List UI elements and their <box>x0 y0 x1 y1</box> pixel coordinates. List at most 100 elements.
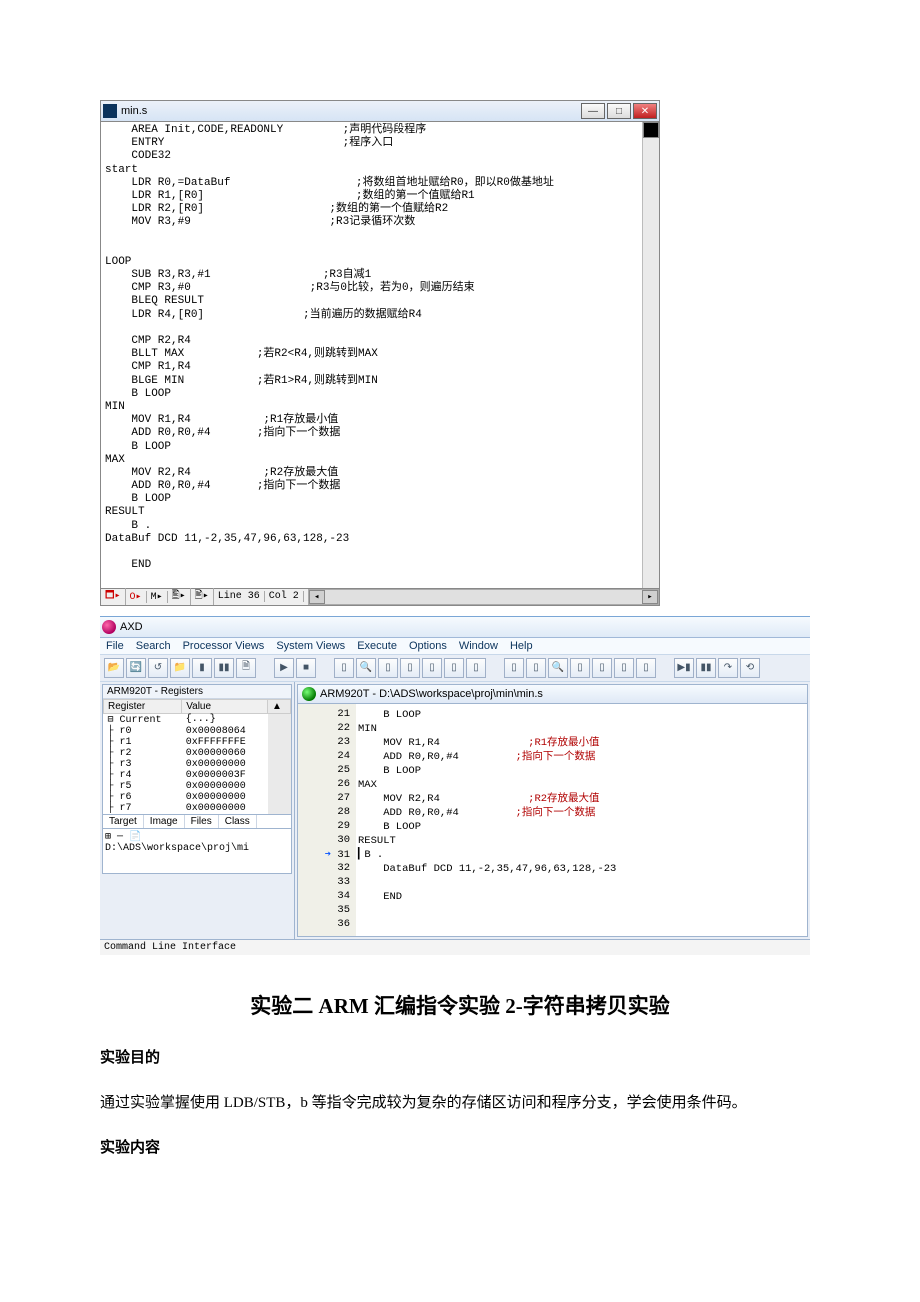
tb-folder-icon[interactable]: 📁 <box>170 658 190 678</box>
line-number: 24 <box>300 750 350 764</box>
status-btn3[interactable]: M▸ <box>147 591 168 603</box>
menu-file[interactable]: File <box>106 640 124 652</box>
line-number: 25 <box>300 764 350 778</box>
tb-s6-icon[interactable]: ▯ <box>614 658 634 678</box>
register-row[interactable]: ├ r30x00000000 <box>104 759 291 770</box>
status-btn2[interactable]: O▸ <box>126 591 147 603</box>
reg-col-value[interactable]: Value <box>182 699 268 713</box>
source-code[interactable]: B LOOPMIN MOV R1,R4 ;R1存放最小值 ADD R0,R0,#… <box>356 704 618 936</box>
tb-s7-icon[interactable]: ▯ <box>636 658 656 678</box>
tb-b2-icon[interactable]: ▮▮ <box>214 658 234 678</box>
register-row[interactable]: ├ r20x00000060 <box>104 748 291 759</box>
tb-open-icon[interactable]: 📂 <box>104 658 124 678</box>
source-body[interactable]: 21222324252627282930➔ 313233343536 B LOO… <box>297 704 808 937</box>
scroll-thumb[interactable] <box>643 122 659 138</box>
code-line: MAX <box>358 778 616 792</box>
file-tree[interactable]: ⊞ ─ 📄 D:\ADS\workspace\proj\mi <box>102 829 292 874</box>
reg-scroll-cell <box>268 737 291 748</box>
line-number: 29 <box>300 820 350 834</box>
code-line: MIN <box>358 722 616 736</box>
status-btn5[interactable]: 🖹▸ <box>191 588 214 605</box>
maximize-button[interactable]: □ <box>607 103 631 119</box>
tree-item[interactable]: ⊞ ─ 📄 D:\ADS\workspace\proj\mi <box>105 832 249 854</box>
cli-label: Command Line Interface <box>104 942 236 953</box>
tb-b1-icon[interactable]: ▮ <box>192 658 212 678</box>
tb-stop-icon[interactable]: ■ <box>296 658 316 678</box>
editor-statusbar: 🗖▸ O▸ M▸ 🖺▸ 🖹▸ Line 36 Col 2 ◂ ▸ <box>101 588 659 605</box>
tb-s4-icon[interactable]: ▯ <box>570 658 590 678</box>
menu-search[interactable]: Search <box>136 640 171 652</box>
registers-title: ARM920T - Registers <box>103 685 291 699</box>
status-btn1[interactable]: 🗖▸ <box>101 588 126 605</box>
register-row[interactable]: ├ r40x0000003F <box>104 770 291 781</box>
tab-target[interactable]: Target <box>103 815 144 828</box>
line-number: 26 <box>300 778 350 792</box>
line-number: 28 <box>300 806 350 820</box>
register-row[interactable]: ├ r60x00000000 <box>104 792 291 803</box>
hscroll[interactable]: ◂ ▸ <box>308 589 659 605</box>
menu-procviews[interactable]: Processor Views <box>183 640 265 652</box>
cli-panel[interactable]: Command Line Interface <box>100 939 810 955</box>
tb-step3-icon[interactable]: ↷ <box>718 658 738 678</box>
scroll-left-icon[interactable]: ◂ <box>309 590 325 604</box>
menu-options[interactable]: Options <box>409 640 447 652</box>
reg-value: 0x00000060 <box>182 748 268 759</box>
tb-v2-icon[interactable]: 🔍 <box>356 658 376 678</box>
tb-v3-icon[interactable]: ▯ <box>378 658 398 678</box>
menu-execute[interactable]: Execute <box>357 640 397 652</box>
reg-value: 0xFFFFFFFE <box>182 737 268 748</box>
tb-s3-icon[interactable]: 🔍 <box>548 658 568 678</box>
reg-scroll-cell <box>268 713 291 726</box>
line-number: 21 <box>300 708 350 722</box>
reg-name: ├ r7 <box>104 803 182 814</box>
register-row[interactable]: ├ r10xFFFFFFFE <box>104 737 291 748</box>
tb-v1-icon[interactable]: ▯ <box>334 658 354 678</box>
editor-code[interactable]: AREA Init,CODE,READONLY ;声明代码段程序 ENTRY ;… <box>101 122 659 588</box>
code-line: RESULT <box>358 834 616 848</box>
tb-s1-icon[interactable]: ▯ <box>504 658 524 678</box>
reg-col-name[interactable]: Register <box>104 699 182 713</box>
register-row[interactable]: ⊟ Current{...} <box>104 713 291 726</box>
tb-step1-icon[interactable]: ▶▮ <box>674 658 694 678</box>
menu-sysviews[interactable]: System Views <box>276 640 345 652</box>
vscroll[interactable] <box>642 122 659 588</box>
code-line: B LOOP <box>358 708 616 722</box>
axd-window: AXD File Search Processor Views System V… <box>100 616 810 955</box>
tb-b3-icon[interactable]: 🗎 <box>236 658 256 678</box>
axd-title: AXD <box>120 621 143 633</box>
registers-table: Register Value ▲ ⊟ Current{...} ├ r00x00… <box>103 699 291 814</box>
close-button[interactable]: ✕ <box>633 103 657 119</box>
status-btn4[interactable]: 🖺▸ <box>168 588 191 605</box>
axd-titlebar[interactable]: AXD <box>100 617 810 638</box>
source-tab[interactable]: ARM920T - D:\ADS\workspace\proj\min\min.… <box>297 684 808 704</box>
code-line: B LOOP <box>358 820 616 834</box>
reg-scroll-cell <box>268 726 291 737</box>
reg-scroll-cell <box>268 759 291 770</box>
register-row[interactable]: ├ r00x00008064 <box>104 726 291 737</box>
tb-v6-icon[interactable]: ▯ <box>444 658 464 678</box>
tb-reload-icon[interactable]: 🔄 <box>126 658 146 678</box>
tb-v4-icon[interactable]: ▯ <box>400 658 420 678</box>
tab-files[interactable]: Files <box>185 815 219 828</box>
tb-v7-icon[interactable]: ▯ <box>466 658 486 678</box>
tab-image[interactable]: Image <box>144 815 185 828</box>
editor-titlebar[interactable]: min.s — □ ✕ <box>101 101 659 122</box>
left-tabs: Target Image Files Class <box>102 815 292 829</box>
tb-loadimg-icon[interactable]: ↺ <box>148 658 168 678</box>
file-icon <box>103 104 117 118</box>
tb-v5-icon[interactable]: ▯ <box>422 658 442 678</box>
tb-step4-icon[interactable]: ⟲ <box>740 658 760 678</box>
menu-help[interactable]: Help <box>510 640 533 652</box>
tb-s5-icon[interactable]: ▯ <box>592 658 612 678</box>
menu-window[interactable]: Window <box>459 640 498 652</box>
register-row[interactable]: ├ r50x00000000 <box>104 781 291 792</box>
tb-s2-icon[interactable]: ▯ <box>526 658 546 678</box>
tab-class[interactable]: Class <box>219 815 257 828</box>
tb-step2-icon[interactable]: ▮▮ <box>696 658 716 678</box>
register-row[interactable]: ├ r70x00000000 <box>104 803 291 814</box>
reg-scroll[interactable]: ▲ <box>268 699 291 713</box>
line-number: 32 <box>300 862 350 876</box>
scroll-right-icon[interactable]: ▸ <box>642 590 658 604</box>
tb-run-icon[interactable]: ▶ <box>274 658 294 678</box>
minimize-button[interactable]: — <box>581 103 605 119</box>
